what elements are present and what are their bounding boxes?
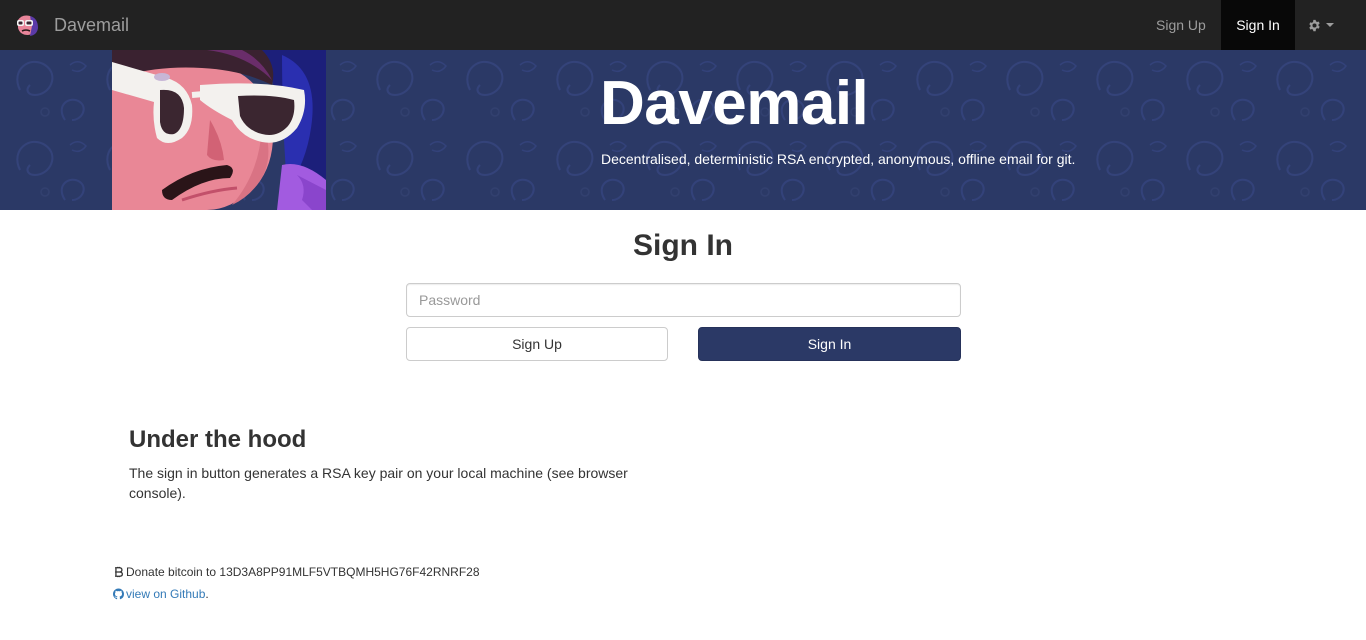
github-suffix: . bbox=[205, 587, 209, 601]
view-on-github-link[interactable]: view on Github bbox=[126, 586, 205, 602]
hero-subtitle: Decentralised, deterministic RSA encrypt… bbox=[601, 151, 1076, 167]
davemail-logo-icon bbox=[14, 12, 40, 38]
top-navbar: Davemail Sign Up Sign In bbox=[0, 0, 1366, 50]
sign-in-button[interactable]: Sign In bbox=[698, 327, 961, 361]
github-icon bbox=[113, 588, 124, 600]
settings-dropdown-toggle[interactable] bbox=[1296, 0, 1346, 50]
bitcoin-icon bbox=[115, 566, 124, 578]
hero-character-illustration bbox=[112, 50, 326, 210]
nav-sign-in-link[interactable]: Sign In bbox=[1221, 0, 1295, 50]
donate-line: Donate bitcoin to 13D3A8PP91MLF5VTBQMH5H… bbox=[113, 564, 480, 580]
chevron-down-icon bbox=[1326, 23, 1334, 27]
bitcoin-address: 13D3A8PP91MLF5VTBQMH5HG76F42RNRF28 bbox=[219, 565, 480, 579]
donate-label: Donate bitcoin to bbox=[126, 565, 217, 579]
password-input[interactable] bbox=[406, 283, 961, 317]
under-the-hood-description: The sign in button generates a RSA key p… bbox=[129, 465, 628, 501]
hero-banner: Davemail Decentralised, deterministic RS… bbox=[0, 50, 1366, 210]
sign-in-heading: Sign In bbox=[633, 229, 733, 262]
github-line: view on Github. bbox=[113, 586, 209, 602]
sign-up-button[interactable]: Sign Up bbox=[406, 327, 668, 361]
brand-link[interactable]: Davemail bbox=[14, 0, 129, 50]
under-the-hood-heading: Under the hood bbox=[129, 426, 307, 453]
nav-sign-up-link[interactable]: Sign Up bbox=[1141, 0, 1221, 50]
gear-icon bbox=[1309, 19, 1320, 31]
hero-title: Davemail bbox=[600, 69, 869, 138]
brand-name: Davemail bbox=[54, 14, 130, 35]
